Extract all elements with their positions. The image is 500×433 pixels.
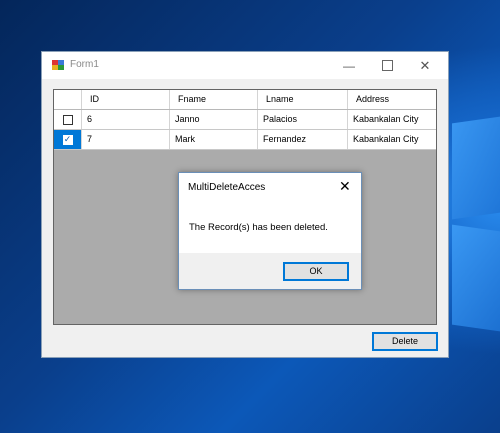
ok-button[interactable]: OK bbox=[283, 262, 349, 281]
header-select bbox=[54, 90, 82, 109]
select-cell[interactable]: ✓ bbox=[54, 130, 82, 149]
dialog-title: MultiDeleteAcces bbox=[188, 182, 266, 193]
id-cell[interactable]: 7 bbox=[82, 130, 170, 149]
dialog-close-icon[interactable]: ✕ bbox=[339, 178, 351, 195]
maximize-button[interactable] bbox=[370, 52, 404, 79]
row-checkbox[interactable]: ✓ bbox=[62, 134, 73, 145]
minimize-button[interactable]: — bbox=[332, 52, 366, 79]
select-cell[interactable] bbox=[54, 110, 82, 129]
address-cell[interactable]: Kabankalan City bbox=[348, 110, 436, 129]
form-icon bbox=[52, 60, 64, 70]
lname-cell[interactable]: Palacios bbox=[258, 110, 348, 129]
header-id[interactable]: ID bbox=[82, 90, 170, 109]
message-dialog: MultiDeleteAcces ✕ The Record(s) has bee… bbox=[178, 172, 362, 290]
row-checkbox[interactable] bbox=[62, 114, 73, 125]
title-bar[interactable]: Form1 — ✕ bbox=[42, 52, 448, 79]
grid-header: ID Fname Lname Address bbox=[54, 90, 436, 110]
header-lname[interactable]: Lname bbox=[258, 90, 348, 109]
table-row[interactable]: 6 Janno Palacios Kabankalan City bbox=[54, 110, 436, 130]
table-row[interactable]: ✓ 7 Mark Fernandez Kabankalan City bbox=[54, 130, 436, 150]
checkmark-icon: ✓ bbox=[63, 134, 72, 144]
windows-logo-pane bbox=[452, 224, 500, 332]
address-cell[interactable]: Kabankalan City bbox=[348, 130, 436, 149]
maximize-icon bbox=[381, 60, 393, 71]
fname-cell[interactable]: Janno bbox=[170, 110, 258, 129]
close-button[interactable]: ✕ bbox=[408, 52, 442, 79]
close-icon: ✕ bbox=[419, 57, 431, 73]
header-address[interactable]: Address bbox=[348, 90, 436, 109]
window-title: Form1 bbox=[70, 59, 99, 70]
id-cell[interactable]: 6 bbox=[82, 110, 170, 129]
minimize-icon: — bbox=[343, 58, 355, 73]
header-fname[interactable]: Fname bbox=[170, 90, 258, 109]
dialog-message: The Record(s) has been deleted. bbox=[189, 222, 328, 233]
delete-button[interactable]: Delete bbox=[372, 332, 438, 351]
lname-cell[interactable]: Fernandez bbox=[258, 130, 348, 149]
windows-logo-pane bbox=[452, 116, 500, 220]
fname-cell[interactable]: Mark bbox=[170, 130, 258, 149]
